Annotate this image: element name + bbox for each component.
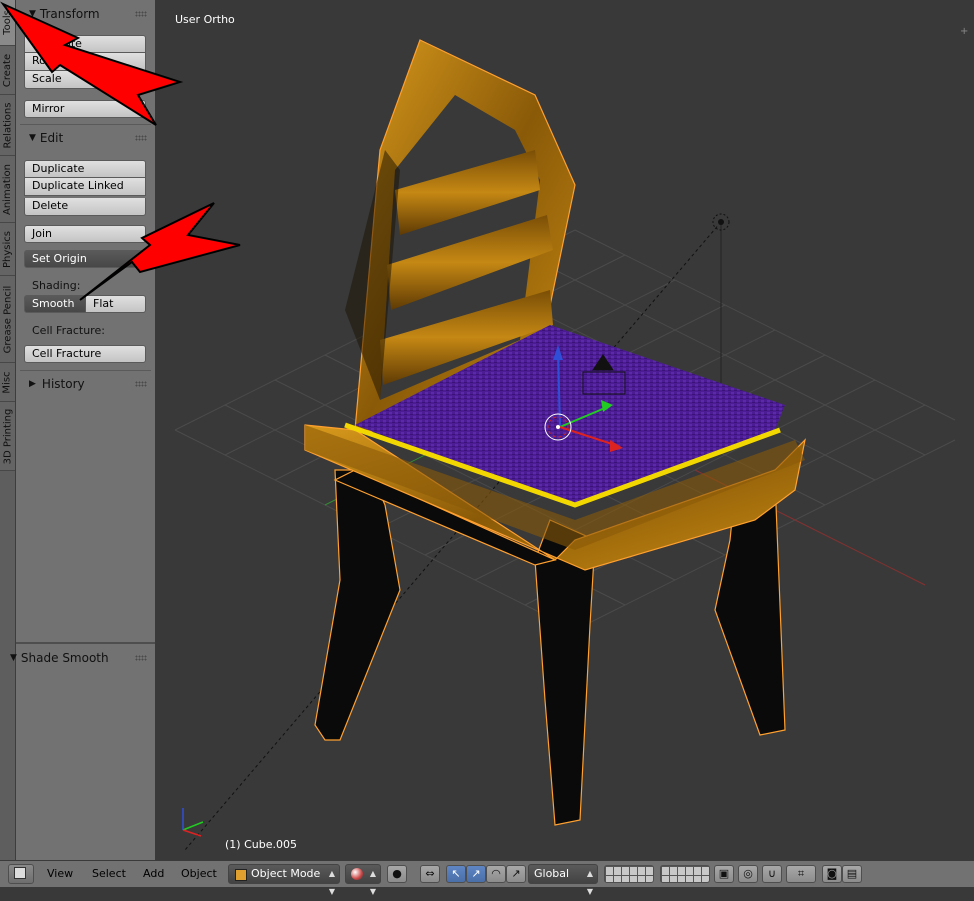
tab-animation[interactable]: Animation bbox=[0, 156, 15, 223]
drag-grip-icon[interactable] bbox=[135, 135, 147, 141]
render-animation-button[interactable]: ▤ bbox=[842, 865, 862, 883]
axis-widget bbox=[182, 808, 204, 837]
layer-buttons-group-2[interactable] bbox=[660, 865, 710, 883]
expand-triangle-icon: ▶ bbox=[29, 379, 36, 389]
shading-sphere-icon bbox=[351, 868, 363, 880]
viewport-shading-selector[interactable]: ▲ ▼ bbox=[345, 864, 381, 896]
arc-manipulator-button[interactable]: ◠ bbox=[486, 865, 506, 883]
duplicate-linked-button[interactable]: Duplicate Linked bbox=[24, 178, 146, 196]
active-object-label: (1) Cube.005 bbox=[225, 838, 297, 851]
tool-shelf-panels: ▼ Transform Translate Rotate Scale Mirro… bbox=[16, 0, 155, 640]
tab-physics[interactable]: Physics bbox=[0, 223, 15, 276]
snap-element-selector[interactable]: ⌗ bbox=[786, 865, 816, 883]
mode-label: Object Mode bbox=[251, 867, 321, 880]
tab-create[interactable]: Create bbox=[0, 46, 15, 95]
drag-grip-icon[interactable] bbox=[135, 11, 147, 17]
dropdown-arrows-icon: ▲ ▼ bbox=[369, 869, 376, 896]
delete-button[interactable]: Delete bbox=[24, 198, 146, 216]
properties-toggle-icon[interactable]: + bbox=[960, 26, 970, 37]
lock-layers-button[interactable]: ▣ bbox=[714, 865, 734, 883]
panel-divider bbox=[20, 124, 151, 125]
edit-panel-header[interactable]: ▼ Edit bbox=[16, 128, 155, 148]
tab-relations[interactable]: Relations bbox=[0, 95, 15, 156]
shade-smooth-panel-header[interactable]: ▼ Shade Smooth bbox=[10, 648, 155, 668]
layer-buttons-group-1[interactable] bbox=[604, 865, 654, 883]
tool-shelf: ▼ Transform Translate Rotate Scale Mirro… bbox=[10, 0, 155, 862]
scale-button[interactable]: Scale bbox=[24, 71, 146, 89]
3d-viewport[interactable]: User Ortho (1) Cube.005 + bbox=[155, 0, 974, 860]
mode-selector[interactable]: Object Mode ▲ ▼ bbox=[228, 864, 340, 896]
render-opengl-button[interactable]: ◙ bbox=[822, 865, 842, 883]
drag-grip-icon[interactable] bbox=[135, 381, 147, 387]
cell-fracture-label: Cell Fracture: bbox=[32, 324, 105, 337]
transform-orientation-selector[interactable]: Global ▲ ▼ bbox=[528, 864, 598, 896]
manipulator-toggle-button[interactable]: ⇔ bbox=[420, 865, 440, 883]
tool-tabs: Tools Create Relations Animation Physics… bbox=[0, 0, 16, 860]
transform-panel-header[interactable]: ▼ Transform bbox=[16, 4, 155, 24]
object-menu[interactable]: Object bbox=[181, 867, 217, 880]
scale-manipulator-button[interactable]: ↗ bbox=[506, 865, 526, 883]
viewport-header: View Select Add Object Object Mode ▲ ▼ ▲ ▼… bbox=[0, 860, 974, 896]
view-menu[interactable]: View bbox=[47, 867, 73, 880]
translate-button[interactable]: Translate bbox=[24, 35, 146, 53]
shading-label: Shading: bbox=[32, 279, 81, 292]
dropdown-arrows-icon: ▲ ▼ bbox=[328, 869, 335, 896]
dropdown-arrows-icon: ▲ ▼ bbox=[586, 869, 593, 896]
join-button[interactable]: Join bbox=[24, 225, 146, 243]
smooth-button[interactable]: Smooth bbox=[24, 295, 86, 313]
add-menu[interactable]: Add bbox=[143, 867, 164, 880]
select-menu[interactable]: Select bbox=[92, 867, 126, 880]
proportional-edit-button[interactable]: ◎ bbox=[738, 865, 758, 883]
pivot-point-button[interactable]: ● bbox=[387, 865, 407, 883]
editor-type-button[interactable] bbox=[8, 864, 34, 884]
tab-3d-printing[interactable]: 3D Printing bbox=[0, 402, 15, 471]
tab-grease-pencil[interactable]: Grease Pencil bbox=[0, 276, 15, 363]
flat-button[interactable]: Flat bbox=[85, 295, 146, 313]
tab-tools[interactable]: Tools bbox=[0, 0, 15, 46]
duplicate-button[interactable]: Duplicate bbox=[24, 160, 146, 178]
cell-fracture-button[interactable]: Cell Fracture bbox=[24, 345, 146, 363]
collapse-triangle-icon: ▼ bbox=[29, 133, 36, 143]
snap-toggle-button[interactable]: ∪ bbox=[762, 865, 782, 883]
collapse-triangle-icon: ▼ bbox=[10, 653, 17, 663]
view-name-label: User Ortho bbox=[175, 13, 235, 26]
mirror-button[interactable]: Mirror bbox=[24, 100, 146, 118]
set-origin-button[interactable]: Set Origin bbox=[24, 250, 146, 268]
orientation-label: Global bbox=[534, 867, 570, 880]
history-panel-header[interactable]: ▶ History bbox=[16, 374, 155, 394]
rotate-manipulator-button[interactable]: ↗ bbox=[466, 865, 486, 883]
collapse-triangle-icon: ▼ bbox=[29, 9, 36, 19]
panel-divider bbox=[20, 370, 151, 371]
cube-icon bbox=[235, 869, 247, 881]
drag-grip-icon[interactable] bbox=[135, 655, 147, 661]
rotate-button[interactable]: Rotate bbox=[24, 53, 146, 71]
viewport-scene bbox=[174, 39, 956, 851]
tab-misc[interactable]: Misc bbox=[0, 363, 15, 402]
translate-manipulator-button[interactable]: ↖ bbox=[446, 865, 466, 883]
cube-icon bbox=[14, 867, 26, 879]
operator-panel: ▼ Shade Smooth bbox=[10, 642, 155, 862]
